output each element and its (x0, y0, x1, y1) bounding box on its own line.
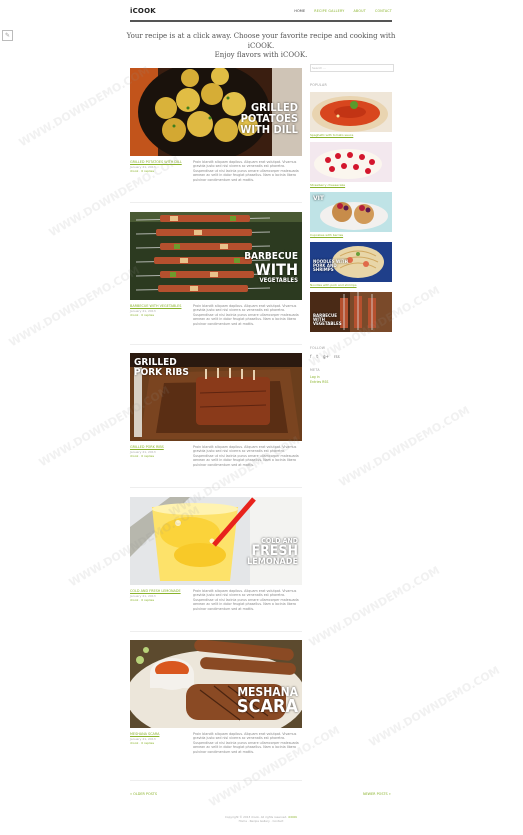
popular-item-caption: VIT (313, 195, 324, 202)
popular-item-thumbnail[interactable]: VIT (310, 192, 392, 232)
post-excerpt: Proin blandit aliquam dapibus. Aliquam e… (193, 732, 299, 754)
nav-home[interactable]: HOME (294, 9, 305, 13)
post-image-caption: MESHANA SCARA (236, 685, 298, 717)
post-byline: iCook · 0 replies (130, 741, 155, 746)
post-byline: iCook · 0 replies (130, 313, 155, 318)
widget-title-meta: META (310, 368, 320, 372)
post-byline: iCook · 0 replies (130, 454, 155, 459)
post-divider (130, 344, 302, 345)
post-image-caption: GRILLED POTATOES WITH DILL (240, 101, 298, 136)
site-footer: Copyright © 2013 iCook. All rights reser… (200, 815, 322, 823)
nav-recipe-gallery[interactable]: RECIPE GALLERY (314, 9, 344, 13)
post-meta: BARBECUE WITH VEGETABLES January 21, 201… (130, 304, 184, 317)
watermark-text: WWW.DOWNDEMO.COM (6, 263, 143, 350)
popular-item-thumbnail[interactable]: BARBECUE WITH VEGETABLES (310, 292, 392, 332)
post-card: GRILLED POTATOES WITH DILL GRILLED POTATOE… (130, 68, 302, 182)
post-comments-link[interactable]: 0 replies (141, 741, 154, 745)
popular-item-thumbnail[interactable] (310, 142, 392, 182)
post-comments-link[interactable]: 0 replies (141, 598, 154, 602)
post-excerpt: Proin blandit aliquam dapibus. Aliquam e… (193, 445, 299, 467)
post-thumbnail[interactable]: BARBECUE WITH VEGETABLES (130, 212, 302, 300)
post-title-link[interactable]: BARBECUE WITH VEGETABLES (130, 304, 184, 308)
post-excerpt: Proin blandit aliquam dapibus. Aliquam e… (193, 589, 299, 611)
nav-contact[interactable]: CONTACT (375, 9, 392, 13)
site-tagline: Your recipe is at a click away. Choose y… (125, 32, 397, 61)
post-card: COLD AND FRESH LEMONADE COLD AND FRESH LEM… (130, 497, 302, 611)
post-author-link[interactable]: iCook (130, 313, 138, 317)
twitter-icon[interactable]: t (316, 354, 318, 359)
post-author-link[interactable]: iCook (130, 169, 138, 173)
post-excerpt: Proin blandit aliquam dapibus. Aliquam e… (193, 304, 299, 326)
cheesecake-image (310, 142, 392, 182)
meta-link-entries-rss[interactable]: Entries RSS (310, 380, 392, 385)
post-title-link[interactable]: GRILLED POTATOES WITH DILL (130, 160, 184, 164)
post-thumbnail[interactable]: GRILLED PORK RIBS (130, 353, 302, 441)
post-byline: iCook · 0 replies (130, 169, 155, 174)
post-card: BARBECUE WITH VEGETABLES BARBECUE WITH VEG… (130, 212, 302, 326)
post-author-link[interactable]: iCook (130, 741, 138, 745)
popular-item-thumbnail[interactable]: NOODLES WITH PORK AND SHRIMPS (310, 242, 392, 282)
popular-item-link[interactable]: Cupcakes with berries (310, 233, 392, 237)
tagline-line-1: Your recipe is at a click away. Choose y… (126, 32, 396, 50)
post-comments-link[interactable]: 0 replies (141, 313, 154, 317)
post-image-caption: GRILLED PORK RIBS (134, 357, 189, 378)
post-divider (130, 202, 302, 203)
main-nav: HOME RECIPE GALLERY ABOUT CONTACT (294, 9, 392, 13)
facebook-icon[interactable]: f (310, 354, 311, 359)
post-title-link[interactable]: GRILLED PORK RIBS (130, 445, 184, 449)
post-title-link[interactable]: MESHANA SCARA (130, 732, 184, 736)
footer-links[interactable]: Home · Recipe Gallery · Contact (200, 819, 322, 823)
social-icons: f t g+ rss (310, 354, 392, 359)
google-plus-icon[interactable]: g+ (323, 354, 329, 359)
post-thumbnail[interactable]: MESHANA SCARA (130, 640, 302, 728)
post-meta: COLD AND FRESH LEMONADE January 21, 2013… (130, 589, 184, 602)
post-author-link[interactable]: iCook (130, 454, 138, 458)
popular-item-caption: BARBECUE WITH VEGETABLES (313, 313, 342, 327)
widget-title-popular: POPULAR (310, 83, 328, 87)
sidebar: Search ... POPULAR Spaghetti with tomato… (310, 64, 394, 384)
watermark-text: WWW.DOWNDEMO.COM (336, 403, 473, 490)
image-placeholder-icon: ✎ (2, 30, 13, 41)
watermark-text: WWW.DOWNDEMO.COM (306, 563, 443, 650)
post-thumbnail[interactable]: GRILLED POTATOES WITH DILL (130, 68, 302, 156)
widget-title-follow: FOLLOW (310, 346, 326, 350)
post-author-link[interactable]: iCook (130, 598, 138, 602)
post-image-caption: BARBECUE WITH VEGETABLES (244, 251, 298, 285)
post-meta: GRILLED PORK RIBS January 21, 2013 iCook… (130, 445, 184, 458)
post-excerpt: Proin blandit aliquam dapibus. Aliquam e… (193, 160, 299, 182)
popular-item-link[interactable]: Noodles with pork and shrimps (310, 283, 392, 287)
post-comments-link[interactable]: 0 replies (141, 169, 154, 173)
post-meta: GRILLED POTATOES WITH DILL January 21, 2… (130, 160, 184, 173)
post-card: GRILLED PORK RIBS GRILLED PORK RIBS Janua… (130, 353, 302, 467)
meta-links: Log in Entries RSS (310, 375, 392, 384)
post-divider (130, 631, 302, 632)
newer-posts-link[interactable]: NEWER POSTS » (363, 792, 391, 796)
site-logo[interactable]: iCOOK (130, 7, 156, 15)
site-header: iCOOK HOME RECIPE GALLERY ABOUT CONTACT (130, 6, 392, 22)
post-divider (130, 487, 302, 488)
older-posts-link[interactable]: « OLDER POSTS (130, 792, 157, 796)
footer-brand-link[interactable]: iCOOK (288, 815, 297, 819)
watermark-text: WWW.DOWNDEMO.COM (366, 663, 503, 750)
popular-item-caption: NOODLES WITH PORK AND SHRIMPS (313, 259, 348, 273)
post-divider (130, 780, 302, 781)
spaghetti-image (310, 92, 392, 132)
search-input[interactable]: Search ... (310, 64, 394, 72)
post-meta: MESHANA SCARA January 21, 2013 iCook · 0… (130, 732, 184, 745)
popular-item-link[interactable]: Strawberry cheesecake (310, 183, 392, 187)
post-comments-link[interactable]: 0 replies (141, 454, 154, 458)
post-byline: iCook · 0 replies (130, 598, 155, 603)
popular-item-thumbnail[interactable] (310, 92, 392, 132)
post-thumbnail[interactable]: COLD AND FRESH LEMONADE (130, 497, 302, 585)
nav-about[interactable]: ABOUT (353, 9, 365, 13)
post-card: MESHANA SCARA MESHANA SCARA January 21, 2… (130, 640, 302, 754)
popular-item-link[interactable]: Spaghetti with tomato sauce (310, 133, 392, 137)
post-title-link[interactable]: COLD AND FRESH LEMONADE (130, 589, 184, 593)
post-image-caption: COLD AND FRESH LEMONADE (247, 537, 298, 567)
rss-icon[interactable]: rss (334, 354, 340, 359)
tagline-line-2: Enjoy flavors with iCOOK. (214, 51, 308, 59)
